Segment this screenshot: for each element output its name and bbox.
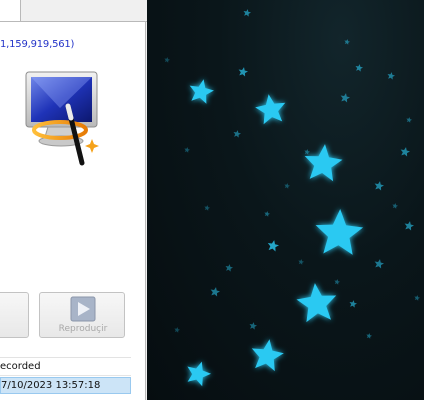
list-column-header[interactable]: ecorded xyxy=(0,358,131,376)
star-shape xyxy=(406,117,412,123)
tab-active[interactable] xyxy=(0,0,21,22)
star-shape xyxy=(315,209,364,255)
star-shape xyxy=(414,295,420,301)
star-shape xyxy=(264,211,270,217)
star-shape xyxy=(334,279,340,285)
list-item[interactable]: 7/10/2023 13:57:18 xyxy=(0,377,131,394)
disk-space-info: 1,159,919,561) xyxy=(0,39,75,50)
star-shape xyxy=(304,149,310,155)
star-shape xyxy=(251,339,284,372)
star-shape xyxy=(404,221,414,231)
star-shape xyxy=(400,147,410,157)
star-shape xyxy=(184,147,190,153)
restore-points-list[interactable]: ecorded 7/10/2023 13:57:18 xyxy=(0,357,131,400)
star-shape xyxy=(387,72,395,80)
star-shape xyxy=(355,64,363,72)
star-shape xyxy=(298,259,304,265)
glowing-stars-wallpaper xyxy=(164,9,420,387)
restore-point-date: 7/10/2023 13:57:18 xyxy=(1,380,101,391)
system-restore-dialog: 1,159,919,561) Reproduçir ecorded 7/10/2… xyxy=(0,0,147,400)
star-shape xyxy=(243,9,251,17)
desktop-wallpaper xyxy=(147,0,424,400)
system-restore-monitor-wand-icon xyxy=(25,71,99,166)
star-shape xyxy=(304,144,343,182)
play-button-label: Reproduçir xyxy=(58,324,108,334)
star-shape xyxy=(164,57,170,63)
star-shape xyxy=(267,240,279,252)
star-shape xyxy=(255,94,286,125)
star-shape xyxy=(344,39,350,45)
star-shape xyxy=(284,183,290,189)
play-icon xyxy=(70,296,96,322)
star-shape xyxy=(249,322,257,330)
star-shape xyxy=(374,181,384,191)
star-shape xyxy=(189,79,214,104)
tab-page: 1,159,919,561) Reproduçir ecorded 7/10/2… xyxy=(0,22,146,400)
play-button[interactable]: Reproduçir xyxy=(39,292,125,338)
restore-action-button[interactable] xyxy=(0,292,29,338)
star-shape xyxy=(174,327,180,333)
star-shape xyxy=(374,259,384,269)
star-shape xyxy=(296,283,337,323)
star-shape xyxy=(340,93,350,103)
star-shape xyxy=(366,333,372,339)
star-shape xyxy=(349,300,357,308)
star-shape xyxy=(210,287,220,297)
star-shape xyxy=(187,361,211,387)
star-shape xyxy=(238,67,248,77)
star-shape xyxy=(204,205,210,211)
star-shape xyxy=(392,203,398,209)
tab-strip xyxy=(0,0,147,22)
star-shape xyxy=(225,264,233,272)
star-shape xyxy=(233,130,241,138)
